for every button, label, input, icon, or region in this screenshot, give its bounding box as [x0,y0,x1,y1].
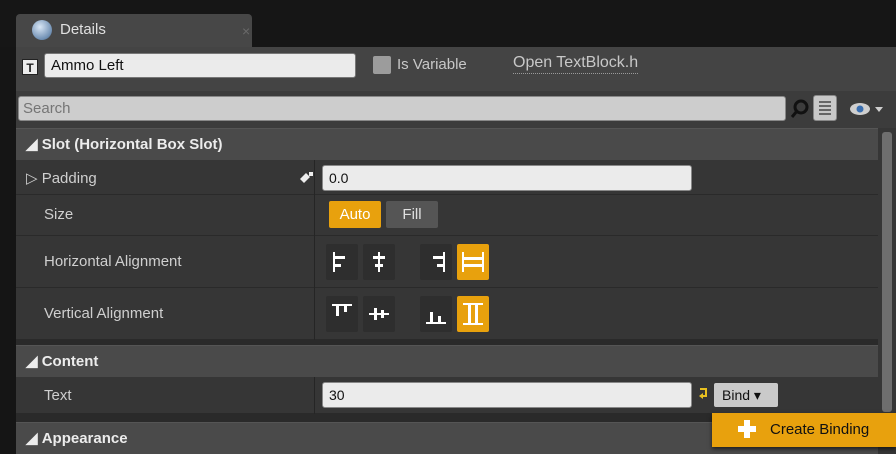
text-value-input[interactable] [322,382,692,408]
h-align-fill-icon[interactable] [457,244,489,280]
property-row-horizontal-alignment: Horizontal Alignment [16,236,878,288]
reset-to-default-icon[interactable] [298,171,314,185]
section-content[interactable]: ◢ Content [16,345,878,377]
tab-strip: Details × [0,0,896,47]
text-label: Text [44,387,72,404]
property-row-text: Text Bind ▾ [16,377,878,414]
horizontal-alignment-label: Horizontal Alignment [44,253,182,270]
column-divider-content[interactable] [314,377,315,414]
search-input[interactable] [18,96,786,121]
padding-label: ▷ Padding [26,170,97,187]
widget-name-bar: T Is Variable Open TextBlock.h [16,47,896,91]
size-label: Size [44,206,74,223]
section-slot-title: ◢ Slot (Horizontal Box Slot) [26,136,223,153]
tab-details[interactable]: Details × [16,14,252,47]
property-row-vertical-alignment: Vertical Alignment [16,288,878,340]
h-align-center-icon[interactable] [363,244,395,280]
v-align-bottom-icon[interactable] [420,296,452,332]
size-auto-button[interactable]: Auto [329,201,381,228]
h-align-right-icon[interactable] [420,244,452,280]
size-fill-button[interactable]: Fill [386,201,438,228]
create-binding-menu-item[interactable]: Create Binding [712,413,896,447]
section-content-title: ◢ Content [26,353,99,370]
vertical-alignment-label: Vertical Alignment [44,305,164,322]
close-icon[interactable]: × [242,23,250,39]
search-icon[interactable] [789,98,811,120]
open-source-link[interactable]: Open TextBlock.h [513,54,639,74]
is-variable-label: Is Variable [397,56,467,73]
textblock-icon: T [22,59,38,75]
details-scrollbar[interactable] [878,128,896,454]
create-binding-label: Create Binding [770,421,870,438]
search-bar [16,91,896,128]
h-align-left-icon[interactable] [326,244,358,280]
binding-arrow-icon [699,388,707,399]
widget-name-input[interactable] [44,53,356,78]
v-align-center-icon[interactable] [363,296,395,332]
section-slot[interactable]: ◢ Slot (Horizontal Box Slot) [16,128,878,160]
tab-title: Details [60,21,106,38]
bind-dropdown-button[interactable]: Bind ▾ [714,383,778,407]
is-variable-checkbox[interactable] [373,56,391,74]
v-align-fill-icon[interactable] [457,296,489,332]
property-row-padding: ▷ Padding [16,160,878,195]
plus-icon [738,420,756,438]
property-matrix-icon[interactable] [813,95,837,121]
properties-list: ◢ Slot (Horizontal Box Slot) ▷ Padding S… [16,128,878,454]
bind-label: Bind [722,387,751,403]
scrollbar-thumb[interactable] [882,132,892,412]
property-row-size: Size Auto Fill [16,195,878,236]
padding-input[interactable] [322,165,692,191]
details-info-icon [32,20,52,40]
column-divider[interactable] [314,160,315,340]
section-appearance-title: ◢ Appearance [26,430,128,447]
v-align-top-icon[interactable] [326,296,358,332]
view-options-eye-icon[interactable] [848,99,884,119]
details-panel: T Is Variable Open TextBlock.h ◢ Slot (H… [16,47,896,454]
